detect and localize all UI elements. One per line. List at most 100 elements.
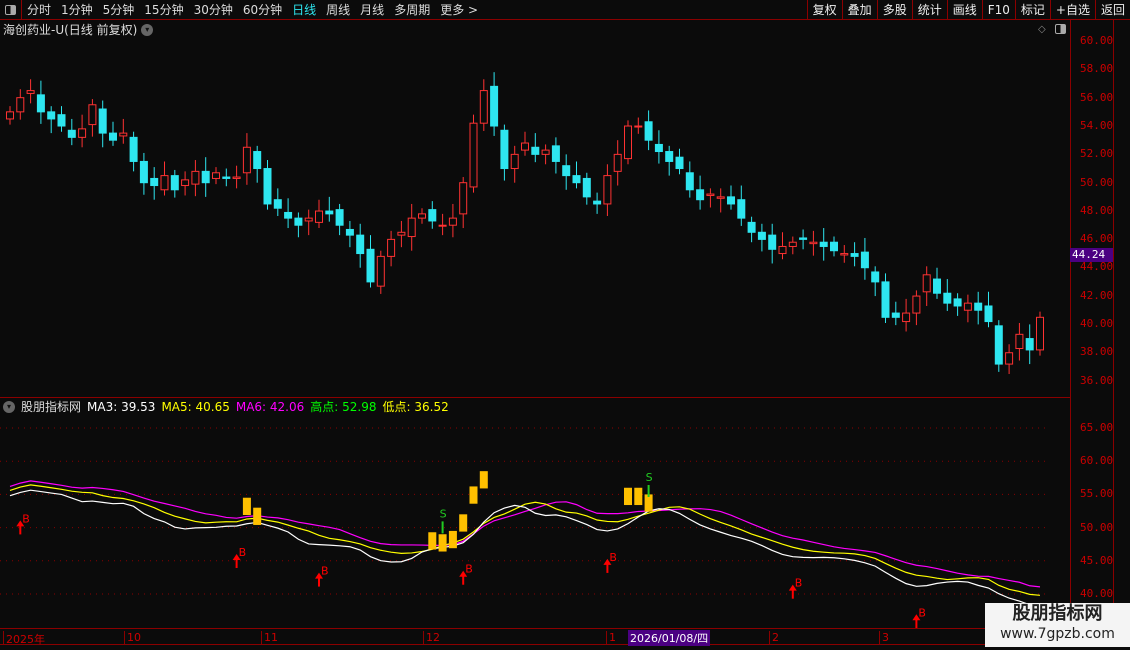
candle-body [809, 241, 818, 245]
price-tick: 50.00 [1080, 175, 1114, 189]
ma5-line [9, 484, 1041, 596]
axis-divider [1070, 20, 1071, 628]
date-label: 2025年 [3, 631, 45, 646]
candle-body [335, 209, 344, 226]
candle-body [407, 217, 416, 238]
candle-body [644, 121, 653, 141]
watermark: 股朋指标网 www.7gpzb.com [985, 603, 1130, 647]
candle-body [356, 234, 365, 255]
candle-body [325, 210, 334, 215]
candle-body [119, 132, 128, 137]
price-tick: 56.00 [1080, 90, 1114, 104]
candle-body [284, 211, 293, 219]
candle-body [737, 199, 746, 219]
candle-body [438, 224, 447, 227]
low-value: 低点: 36.52 [382, 400, 449, 414]
candle-body [510, 153, 519, 170]
candle-body [1025, 338, 1034, 351]
candle-body [881, 281, 890, 318]
candle-body [788, 241, 797, 247]
price-tick: 58.00 [1080, 62, 1114, 76]
indicator-tick: 65.00 [1080, 421, 1114, 434]
candle-body [675, 156, 684, 170]
candle-body [376, 255, 385, 287]
candle-body [98, 108, 107, 134]
candle-body [840, 253, 849, 256]
toolbar-button[interactable]: 返回 [1094, 0, 1130, 20]
candle-body [974, 302, 983, 311]
candle-body [428, 209, 437, 222]
candle-body [963, 302, 972, 311]
chevron-down-icon[interactable]: ▾ [3, 400, 15, 413]
candle-body [933, 278, 941, 294]
signal-bar [624, 487, 632, 506]
candle-body [582, 177, 591, 198]
watermark-url: www.7gpzb.com [1000, 626, 1115, 642]
candle-body [819, 241, 828, 247]
price-tick: 48.00 [1080, 203, 1114, 217]
candle-body [397, 231, 406, 236]
chart-canvas[interactable]: B B B B B B B S S [0, 0, 1070, 628]
candle-body [242, 146, 251, 174]
price-tick: 46.00 [1080, 232, 1114, 246]
candle-body [747, 221, 756, 233]
candle-body [191, 170, 200, 185]
indicator-tick: 40.00 [1080, 587, 1114, 600]
buy-signal-label: B [795, 577, 803, 590]
signal-bar [459, 514, 468, 532]
candle-body [1005, 352, 1014, 365]
candle-body [799, 237, 808, 240]
signal-bar [242, 497, 251, 515]
candle-body [727, 196, 735, 205]
candle-body [129, 136, 138, 162]
candle-body [541, 149, 550, 155]
price-tick: 40.00 [1080, 317, 1114, 330]
candle-body [902, 312, 911, 323]
candle-body [47, 111, 56, 120]
candle-body [891, 312, 900, 318]
candle-body [490, 85, 499, 127]
candle-body [593, 200, 602, 205]
side-panel-strip[interactable] [1113, 20, 1130, 628]
candle-body [57, 114, 66, 127]
candle-body [531, 146, 540, 155]
candle-body [953, 298, 962, 307]
candle-body [26, 90, 35, 94]
candle-body [273, 199, 282, 209]
signal-bar [448, 530, 457, 549]
candle-body [263, 168, 272, 205]
buy-signal-label: B [22, 512, 30, 525]
buy-signal-label: B [239, 546, 247, 559]
candle-body [109, 132, 117, 141]
candle-body [212, 172, 220, 179]
candle-body [706, 193, 715, 196]
candle-body [253, 151, 262, 170]
candle-body [922, 274, 931, 293]
candle-body [551, 145, 560, 162]
candle-body [181, 179, 190, 187]
candle-body [139, 160, 148, 184]
price-tick: 38.00 [1080, 345, 1114, 359]
price-tick: 52.00 [1080, 147, 1114, 161]
candle-body [1036, 316, 1044, 351]
indicator-header: ▾ 股朋指标网 MA3: 39.53 MA5: 40.65 MA6: 42.06… [0, 397, 1070, 415]
indicator-name[interactable]: 股朋指标网 [21, 398, 81, 415]
ma3-line [9, 489, 1041, 606]
candle-body [459, 182, 468, 215]
price-tick: 60.00 [1080, 34, 1114, 47]
candle-body [366, 248, 375, 283]
candle-body [665, 151, 674, 162]
candle-body [232, 176, 241, 179]
signal-bar [469, 486, 478, 504]
signal-bar [479, 471, 488, 489]
candle-body [304, 217, 313, 222]
candle-body [624, 125, 632, 160]
candle-body [850, 253, 859, 257]
high-value: 高点: 52.98 [310, 400, 377, 414]
indicator-tick: 55.00 [1080, 487, 1114, 501]
date-label: 3 [879, 631, 889, 645]
candle-body [716, 196, 725, 199]
candle-body [696, 189, 705, 201]
candle-body [222, 176, 231, 179]
candle-body [345, 228, 354, 236]
